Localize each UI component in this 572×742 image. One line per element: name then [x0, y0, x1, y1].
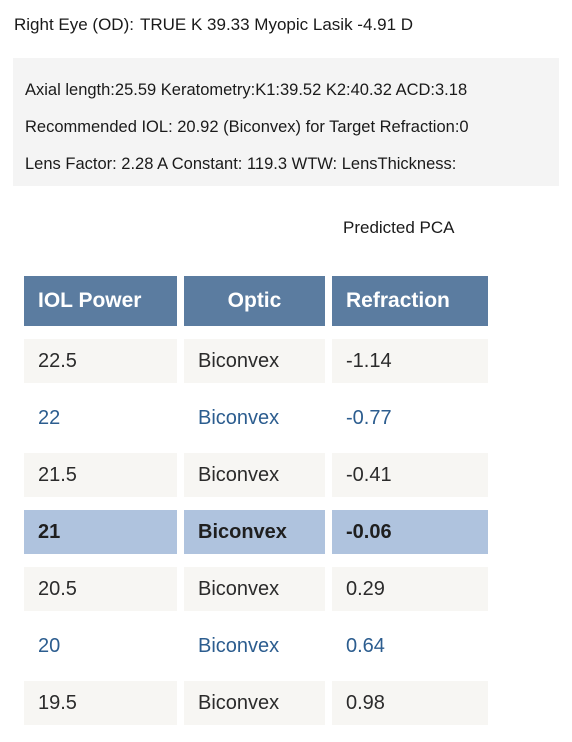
column-header-refraction[interactable]: Refraction — [332, 276, 488, 326]
cell-optic: Biconvex — [184, 624, 325, 668]
column-header-iol-power[interactable]: IOL Power — [24, 276, 177, 326]
table-row[interactable]: 22 Biconvex -0.77 — [24, 396, 488, 440]
summary-line-biometry: Axial length:25.59 Keratometry:K1:39.52 … — [25, 81, 468, 99]
cell-iol-power: 20 — [24, 624, 177, 668]
eye-side-label: Right Eye (OD): — [14, 15, 134, 34]
cell-iol-power: 21 — [24, 510, 177, 554]
cell-iol-power: 21.5 — [24, 453, 177, 497]
summary-line-lens-constants: Lens Factor: 2.28 A Constant: 119.3 WTW:… — [25, 155, 457, 173]
table-row[interactable]: 20.5 Biconvex 0.29 — [24, 567, 488, 611]
cell-iol-power: 20.5 — [24, 567, 177, 611]
eye-header: Right Eye (OD): TRUE K 39.33 Myopic Lasik… — [14, 13, 413, 37]
iol-power-table: IOL Power Optic Refraction 22.5 Biconvex… — [17, 263, 495, 738]
cell-refraction: 0.64 — [332, 624, 488, 668]
cell-optic: Biconvex — [184, 453, 325, 497]
cell-optic: Biconvex — [184, 510, 325, 554]
cell-refraction: -0.77 — [332, 396, 488, 440]
cell-refraction: -0.41 — [332, 453, 488, 497]
biometry-summary-panel: Axial length:25.59 Keratometry:K1:39.52 … — [13, 58, 559, 186]
table-row[interactable]: 21.5 Biconvex -0.41 — [24, 453, 488, 497]
cell-refraction: 0.98 — [332, 681, 488, 725]
cell-refraction: -0.06 — [332, 510, 488, 554]
cell-refraction: 0.29 — [332, 567, 488, 611]
table-row[interactable]: 20 Biconvex 0.64 — [24, 624, 488, 668]
table-body: 22.5 Biconvex -1.14 22 Biconvex -0.77 21… — [24, 339, 488, 725]
column-header-optic[interactable]: Optic — [184, 276, 325, 326]
cell-iol-power: 22 — [24, 396, 177, 440]
table-header-row: IOL Power Optic Refraction — [24, 276, 488, 326]
table-header: IOL Power Optic Refraction — [24, 276, 488, 326]
cell-optic: Biconvex — [184, 567, 325, 611]
cell-iol-power: 19.5 — [24, 681, 177, 725]
eye-keratometry-detail: TRUE K 39.33 Myopic Lasik -4.91 D — [139, 15, 414, 34]
cell-refraction: -1.14 — [332, 339, 488, 383]
cell-optic: Biconvex — [184, 681, 325, 725]
predicted-pca-caption: Predicted PCA — [343, 218, 455, 237]
cell-optic: Biconvex — [184, 339, 325, 383]
table-row[interactable]: 19.5 Biconvex 0.98 — [24, 681, 488, 725]
summary-line-recommended-iol: Recommended IOL: 20.92 (Biconvex) for Ta… — [25, 118, 469, 136]
cell-optic: Biconvex — [184, 396, 325, 440]
table-row[interactable]: 22.5 Biconvex -1.14 — [24, 339, 488, 383]
cell-iol-power: 22.5 — [24, 339, 177, 383]
table-row-selected[interactable]: 21 Biconvex -0.06 — [24, 510, 488, 554]
